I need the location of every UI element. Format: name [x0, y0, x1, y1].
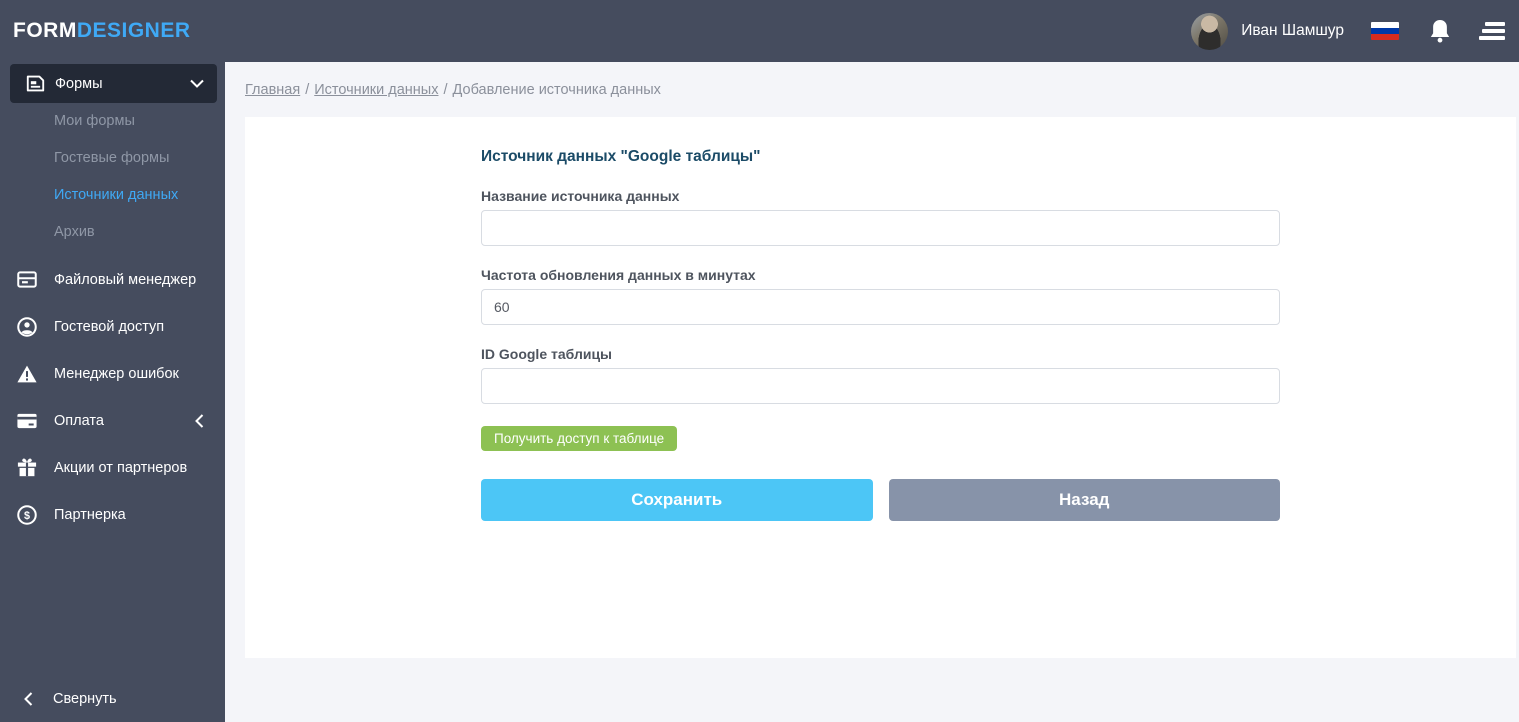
breadcrumb-separator: / — [443, 82, 447, 98]
hamburger-menu-icon[interactable] — [1479, 22, 1505, 40]
gift-icon — [17, 458, 37, 477]
breadcrumb: Главная / Источники данных / Добавление исто… — [225, 62, 1519, 117]
sidebar-collapse-button[interactable]: Свернуть — [0, 675, 225, 722]
forms-submenu: Мои формы Гостевые формы Источники данны… — [0, 103, 225, 251]
chevron-down-icon — [190, 79, 204, 88]
user-name[interactable]: Иван Шамшур — [1241, 22, 1344, 40]
sidebar-item-label: Файловый менеджер — [54, 272, 196, 288]
topbar-right-cluster: Иван Шамшур — [1191, 13, 1519, 50]
payment-card-icon — [17, 413, 37, 429]
breadcrumb-link-home[interactable]: Главная — [245, 82, 300, 98]
guest-access-icon — [17, 317, 37, 337]
svg-text:$: $ — [24, 509, 30, 521]
sidebar-item-label: Оплата — [54, 413, 104, 429]
sidebar-subitem-archive[interactable]: Архив — [0, 214, 225, 251]
field-label-source-name: Название источника данных — [481, 188, 1280, 204]
sidebar-item-label: Менеджер ошибок — [54, 366, 179, 382]
collapse-label: Свернуть — [53, 691, 117, 707]
user-avatar[interactable] — [1191, 13, 1228, 50]
back-button[interactable]: Назад — [889, 479, 1281, 521]
sidebar-item-payment[interactable]: Оплата — [0, 397, 225, 444]
source-name-input[interactable] — [481, 210, 1280, 246]
form-actions: Сохранить Назад — [481, 479, 1280, 521]
main-content: Главная / Источники данных / Добавление исто… — [225, 62, 1519, 722]
field-label-google-sheet-id: ID Google таблицы — [481, 346, 1280, 362]
sidebar-item-label: Формы — [55, 76, 103, 92]
file-manager-icon — [17, 271, 37, 288]
breadcrumb-separator: / — [305, 82, 309, 98]
sidebar-subitem-data-sources[interactable]: Источники данных — [0, 177, 225, 214]
field-label-refresh-rate: Частота обновления данных в минутах — [481, 267, 1280, 283]
flag-stripe-red — [1371, 34, 1399, 40]
error-manager-icon — [17, 365, 37, 383]
sidebar-item-label: Акции от партнеров — [54, 460, 187, 476]
refresh-rate-input[interactable] — [481, 289, 1280, 325]
sidebar-item-error-manager[interactable]: Менеджер ошибок — [0, 350, 225, 397]
app-logo[interactable]: FORMDESIGNER — [13, 19, 191, 43]
breadcrumb-link-data-sources[interactable]: Источники данных — [314, 82, 438, 98]
sidebar-subitem-guest-forms[interactable]: Гостевые формы — [0, 140, 225, 177]
form-card: Источник данных "Google таблицы" Названи… — [245, 117, 1516, 658]
sidebar: Формы Мои формы Гостевые формы Источники… — [0, 62, 225, 722]
sidebar-subitem-my-forms[interactable]: Мои формы — [0, 103, 225, 140]
language-flag-russia[interactable] — [1371, 22, 1399, 40]
google-sheet-id-input[interactable] — [481, 368, 1280, 404]
sidebar-item-affiliate[interactable]: $ Партнерка — [0, 491, 225, 538]
get-table-access-button[interactable]: Получить доступ к таблице — [481, 426, 677, 451]
sidebar-item-forms[interactable]: Формы — [10, 64, 217, 103]
save-button[interactable]: Сохранить — [481, 479, 873, 521]
sidebar-item-file-manager[interactable]: Файловый менеджер — [0, 256, 225, 303]
affiliate-dollar-icon: $ — [17, 505, 37, 525]
chevron-left-icon — [195, 414, 204, 428]
form-icon — [26, 75, 45, 92]
sidebar-item-partner-promos[interactable]: Акции от партнеров — [0, 444, 225, 491]
sidebar-item-label: Гостевой доступ — [54, 319, 164, 335]
chevron-left-icon — [24, 692, 33, 706]
notifications-bell-icon[interactable] — [1429, 18, 1451, 44]
logo-text-designer: DESIGNER — [77, 19, 191, 42]
topbar: FORMDESIGNER Иван Шамшур — [0, 0, 1519, 62]
page-title: Источник данных "Google таблицы" — [481, 148, 1280, 166]
sidebar-item-label: Партнерка — [54, 507, 126, 523]
logo-text-form: FORM — [13, 19, 77, 42]
sidebar-item-guest-access[interactable]: Гостевой доступ — [0, 303, 225, 350]
sidebar-items: Файловый менеджер Гостевой доступ Ме — [0, 256, 225, 538]
breadcrumb-current: Добавление источника данных — [453, 82, 661, 98]
